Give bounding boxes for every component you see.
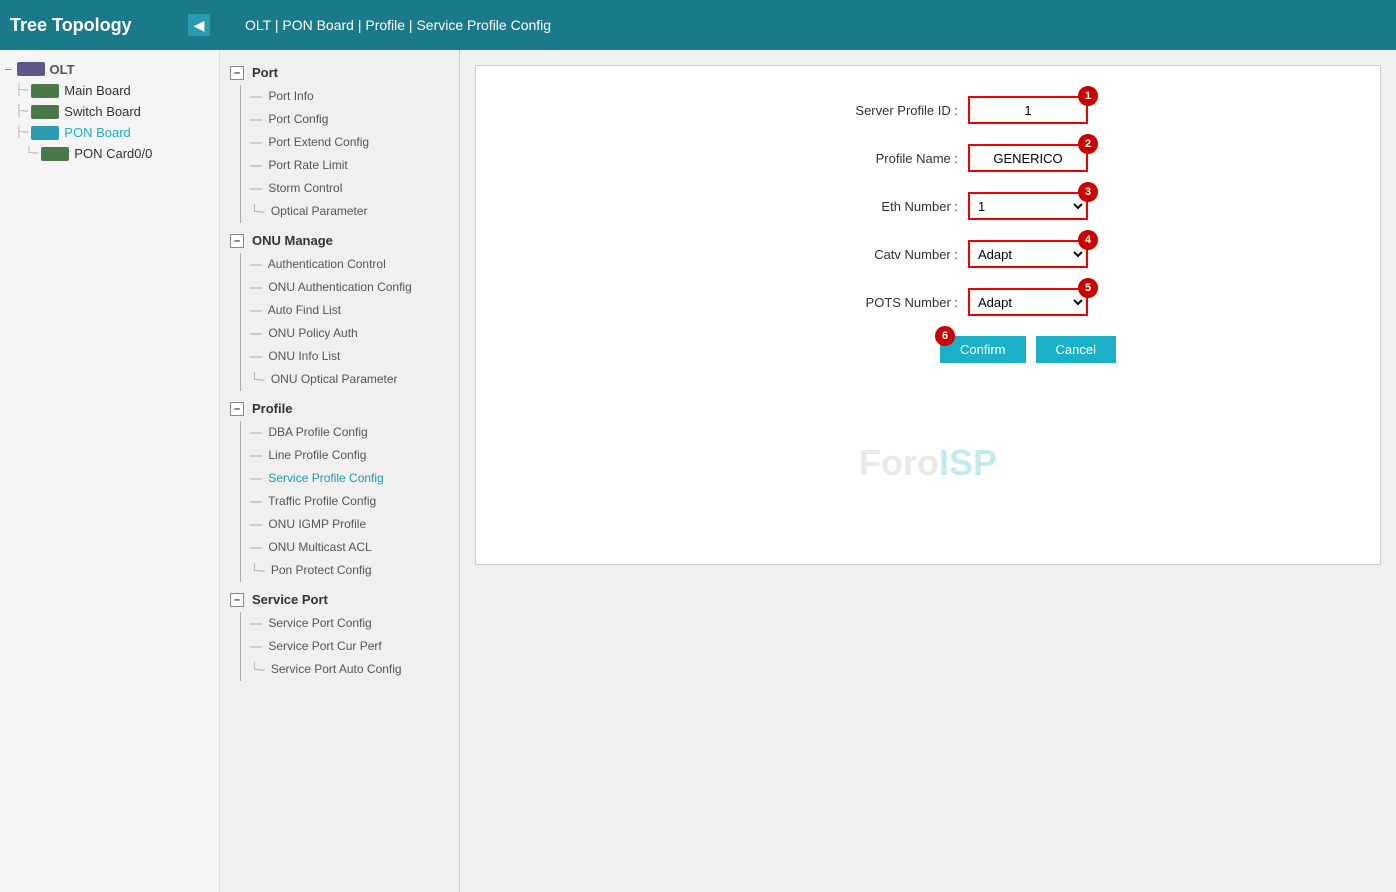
sidebar-header: Tree Topology ◀ — [0, 0, 220, 50]
tree-main-board-label: Main Board — [64, 83, 130, 98]
profile-toggle-icon: – — [230, 402, 244, 416]
menu-line-profile-config[interactable]: ⎯⎯ Line Profile Config — [220, 444, 459, 467]
step-badge-1: 1 — [1078, 86, 1098, 106]
main-content: Server Profile ID : 1 Profile Name : 2 — [460, 50, 1396, 892]
step-badge-6: 6 — [935, 326, 955, 346]
cancel-button[interactable]: Cancel — [1036, 336, 1116, 363]
menu-section-service-port: – Service Port ⎯⎯ Service Port Config ⎯⎯… — [220, 587, 459, 681]
menu-section-port-header[interactable]: – Port — [220, 60, 459, 85]
tree-olt-label: OLT — [50, 62, 75, 77]
menu-port-extend-config[interactable]: ⎯⎯ Port Extend Config — [220, 131, 459, 154]
tree-olt[interactable]: ⎯ OLT — [0, 58, 219, 80]
profile-name-row: Profile Name : 2 — [496, 144, 1360, 172]
menu-pon-protect-config[interactable]: └⎯ Pon Protect Config — [220, 559, 459, 582]
menu-port-info[interactable]: ⎯⎯ Port Info — [220, 85, 459, 108]
form-buttons-row: Confirm Cancel 6 — [496, 336, 1360, 363]
menu-section-onu-manage-header[interactable]: – ONU Manage — [220, 228, 459, 253]
menu-section-port-label: Port — [252, 65, 278, 80]
tree-main-board[interactable]: ├⎯ Main Board — [0, 80, 219, 101]
catv-number-row: Catv Number : Adapt 0 1 4 — [496, 240, 1360, 268]
tree-pon-board-label: PON Board — [64, 125, 130, 140]
port-toggle-icon: – — [230, 66, 244, 80]
sidebar-tree: ⎯ OLT ├⎯ Main Board ├⎯ Switch Board ├⎯ P… — [0, 50, 220, 892]
menu-service-profile-config[interactable]: ⎯⎯ Service Profile Config — [220, 467, 459, 490]
step-badge-2: 2 — [1078, 134, 1098, 154]
left-menu: – Port ⎯⎯ Port Info ⎯⎯ Port Config ⎯⎯ Po… — [220, 50, 460, 892]
menu-section-onu-manage: – ONU Manage ⎯⎯ Authentication Control ⎯… — [220, 228, 459, 391]
menu-port-config[interactable]: ⎯⎯ Port Config — [220, 108, 459, 131]
menu-port-rate-limit[interactable]: ⎯⎯ Port Rate Limit — [220, 154, 459, 177]
tree-pon-board[interactable]: ├⎯ PON Board — [0, 122, 219, 143]
pots-number-select[interactable]: Adapt 0 1 2 — [968, 288, 1088, 316]
form-panel: Server Profile ID : 1 Profile Name : 2 — [475, 65, 1381, 565]
menu-onu-info-list[interactable]: ⎯⎯ ONU Info List — [220, 345, 459, 368]
catv-number-label: Catv Number : — [768, 247, 968, 262]
watermark-foro: Foro — [859, 442, 939, 483]
form-buttons-wrap: Confirm Cancel 6 — [940, 336, 1116, 363]
tree-switch-board[interactable]: ├⎯ Switch Board — [0, 101, 219, 122]
step-badge-4: 4 — [1078, 230, 1098, 250]
eth-number-wrap: 1 2 4 3 — [968, 192, 1088, 220]
menu-section-profile: – Profile ⎯⎯ DBA Profile Config ⎯⎯ Line … — [220, 396, 459, 582]
menu-section-service-port-label: Service Port — [252, 592, 328, 607]
tree-pon-card-label: PON Card0/0 — [74, 146, 152, 161]
pots-number-wrap: Adapt 0 1 2 5 — [968, 288, 1088, 316]
menu-section-port: – Port ⎯⎯ Port Info ⎯⎯ Port Config ⎯⎯ Po… — [220, 60, 459, 223]
menu-optical-parameter[interactable]: └⎯ Optical Parameter — [220, 200, 459, 223]
profile-name-label: Profile Name : — [768, 151, 968, 166]
catv-number-select[interactable]: Adapt 0 1 — [968, 240, 1088, 268]
menu-onu-igmp-profile[interactable]: ⎯⎯ ONU IGMP Profile — [220, 513, 459, 536]
breadcrumb: OLT | PON Board | Profile | Service Prof… — [230, 17, 551, 33]
collapse-button[interactable]: ◀ — [188, 14, 210, 36]
menu-section-profile-header[interactable]: – Profile — [220, 396, 459, 421]
menu-dba-profile-config[interactable]: ⎯⎯ DBA Profile Config — [220, 421, 459, 444]
menu-section-service-port-header[interactable]: – Service Port — [220, 587, 459, 612]
catv-number-wrap: Adapt 0 1 4 — [968, 240, 1088, 268]
eth-number-label: Eth Number : — [768, 199, 968, 214]
tree-pon-card[interactable]: └⎯ PON Card0/0 — [0, 143, 219, 164]
onu-manage-toggle-icon: – — [230, 234, 244, 248]
eth-number-select[interactable]: 1 2 4 — [968, 192, 1088, 220]
menu-section-profile-label: Profile — [252, 401, 292, 416]
pots-number-label: POTS Number : — [768, 295, 968, 310]
step-badge-5: 5 — [1078, 278, 1098, 298]
menu-traffic-profile-config[interactable]: ⎯⎯ Traffic Profile Config — [220, 490, 459, 513]
watermark: ForoISP — [859, 442, 997, 484]
menu-section-onu-manage-label: ONU Manage — [252, 233, 333, 248]
menu-service-port-cur-perf[interactable]: ⎯⎯ Service Port Cur Perf — [220, 635, 459, 658]
sidebar-title: Tree Topology — [10, 15, 132, 36]
watermark-isp: ISP — [939, 442, 997, 483]
profile-name-wrap: 2 — [968, 144, 1088, 172]
menu-auto-find-list[interactable]: ⎯⎯ Auto Find List — [220, 299, 459, 322]
profile-name-input[interactable] — [968, 144, 1088, 172]
menu-service-port-config[interactable]: ⎯⎯ Service Port Config — [220, 612, 459, 635]
service-port-toggle-icon: – — [230, 593, 244, 607]
menu-onu-multicast-acl[interactable]: ⎯⎯ ONU Multicast ACL — [220, 536, 459, 559]
eth-number-row: Eth Number : 1 2 4 3 — [496, 192, 1360, 220]
pots-number-row: POTS Number : Adapt 0 1 2 5 — [496, 288, 1360, 316]
menu-onu-optical-param[interactable]: └⎯ ONU Optical Parameter — [220, 368, 459, 391]
menu-auth-control[interactable]: ⎯⎯ Authentication Control — [220, 253, 459, 276]
tree-switch-board-label: Switch Board — [64, 104, 141, 119]
step-badge-3: 3 — [1078, 182, 1098, 202]
menu-storm-control[interactable]: ⎯⎯ Storm Control — [220, 177, 459, 200]
menu-onu-auth-config[interactable]: ⎯⎯ ONU Authentication Config — [220, 276, 459, 299]
server-profile-id-label: Server Profile ID : — [768, 103, 968, 118]
menu-service-port-auto-config[interactable]: └⎯ Service Port Auto Config — [220, 658, 459, 681]
server-profile-id-input[interactable] — [968, 96, 1088, 124]
server-profile-id-wrap: 1 — [968, 96, 1088, 124]
server-profile-id-row: Server Profile ID : 1 — [496, 96, 1360, 124]
menu-onu-policy-auth[interactable]: ⎯⎯ ONU Policy Auth — [220, 322, 459, 345]
